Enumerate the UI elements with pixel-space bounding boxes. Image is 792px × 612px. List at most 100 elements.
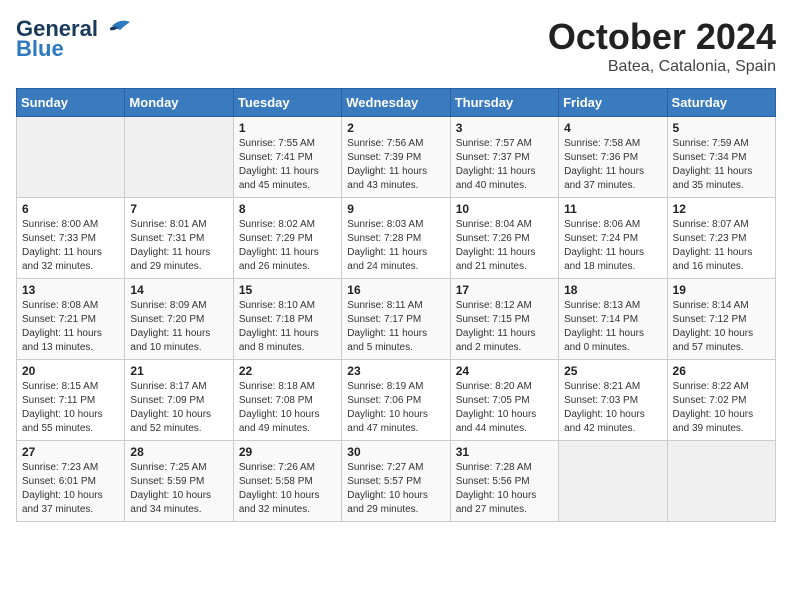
calendar-cell: 14 Sunrise: 8:09 AM Sunset: 7:20 PM Dayli… (125, 279, 233, 360)
calendar-cell: 28Sunrise: 7:25 AM Sunset: 5:59 PM Dayli… (125, 441, 233, 522)
day-info: Sunrise: 8:09 AM Sunset: 7:20 PM Dayligh… (130, 299, 227, 355)
day-info: Sunrise: 7:23 AM Sunset: 6:01 PM Dayligh… (22, 461, 119, 517)
calendar-cell: 16 Sunrise: 8:11 AM Sunset: 7:17 PM Dayli… (342, 279, 450, 360)
day-number: 6 (22, 202, 119, 216)
day-info: Sunrise: 8:20 AM Sunset: 7:05 PM Dayligh… (456, 380, 553, 436)
calendar-cell: 4 Sunrise: 7:58 AM Sunset: 7:36 PM Daylig… (559, 117, 667, 198)
header-day: Sunday (17, 89, 125, 117)
day-info: Sunrise: 7:27 AM Sunset: 5:57 PM Dayligh… (347, 461, 444, 517)
day-info: Sunrise: 8:10 AM Sunset: 7:18 PM Dayligh… (239, 299, 336, 355)
calendar-cell: 3Sunrise: 7:57 AM Sunset: 7:37 PM Daylig… (450, 117, 558, 198)
day-info: Sunrise: 7:55 AM Sunset: 7:41 PM Dayligh… (239, 137, 336, 193)
day-info: Sunrise: 7:56 AM Sunset: 7:39 PM Dayligh… (347, 137, 444, 193)
day-info: Sunrise: 8:21 AM Sunset: 7:03 PM Dayligh… (564, 380, 661, 436)
day-number: 8 (239, 202, 336, 216)
day-info: Sunrise: 8:03 AM Sunset: 7:28 PM Dayligh… (347, 218, 444, 274)
day-number: 28 (130, 445, 227, 459)
day-number: 11 (564, 202, 661, 216)
day-number: 12 (673, 202, 770, 216)
title-block: October 2024 Batea, Catalonia, Spain (548, 16, 776, 76)
calendar-cell (667, 441, 775, 522)
calendar-cell: 21 Sunrise: 8:17 AM Sunset: 7:09 PM Dayli… (125, 360, 233, 441)
day-info: Sunrise: 7:58 AM Sunset: 7:36 PM Dayligh… (564, 137, 661, 193)
day-number: 4 (564, 121, 661, 135)
logo-bird-icon (102, 18, 132, 40)
calendar-cell: 10 Sunrise: 8:04 AM Sunset: 7:26 PM Dayli… (450, 198, 558, 279)
calendar-cell: 18Sunrise: 8:13 AM Sunset: 7:14 PM Dayli… (559, 279, 667, 360)
calendar-week-row: 6 Sunrise: 8:00 AM Sunset: 7:33 PM Daylig… (17, 198, 776, 279)
header-day: Wednesday (342, 89, 450, 117)
calendar-cell: 26 Sunrise: 8:22 AM Sunset: 7:02 PM Dayli… (667, 360, 775, 441)
day-number: 29 (239, 445, 336, 459)
day-number: 5 (673, 121, 770, 135)
calendar-cell: 23 Sunrise: 8:19 AM Sunset: 7:06 PM Dayli… (342, 360, 450, 441)
calendar-week-row: 27Sunrise: 7:23 AM Sunset: 6:01 PM Dayli… (17, 441, 776, 522)
day-info: Sunrise: 8:14 AM Sunset: 7:12 PM Dayligh… (673, 299, 770, 355)
day-number: 14 (130, 283, 227, 297)
day-info: Sunrise: 7:28 AM Sunset: 5:56 PM Dayligh… (456, 461, 553, 517)
day-number: 16 (347, 283, 444, 297)
header-day: Tuesday (233, 89, 341, 117)
calendar-cell (559, 441, 667, 522)
day-number: 26 (673, 364, 770, 378)
day-info: Sunrise: 8:15 AM Sunset: 7:11 PM Dayligh… (22, 380, 119, 436)
calendar-week-row: 13Sunrise: 8:08 AM Sunset: 7:21 PM Dayli… (17, 279, 776, 360)
calendar-cell: 15Sunrise: 8:10 AM Sunset: 7:18 PM Dayli… (233, 279, 341, 360)
calendar-cell: 29 Sunrise: 7:26 AM Sunset: 5:58 PM Dayli… (233, 441, 341, 522)
day-number: 20 (22, 364, 119, 378)
day-info: Sunrise: 8:07 AM Sunset: 7:23 PM Dayligh… (673, 218, 770, 274)
day-number: 23 (347, 364, 444, 378)
day-info: Sunrise: 8:04 AM Sunset: 7:26 PM Dayligh… (456, 218, 553, 274)
day-number: 22 (239, 364, 336, 378)
day-number: 18 (564, 283, 661, 297)
logo-blue-text: Blue (16, 36, 64, 62)
day-info: Sunrise: 8:18 AM Sunset: 7:08 PM Dayligh… (239, 380, 336, 436)
day-number: 1 (239, 121, 336, 135)
calendar-cell (125, 117, 233, 198)
day-number: 19 (673, 283, 770, 297)
day-info: Sunrise: 8:02 AM Sunset: 7:29 PM Dayligh… (239, 218, 336, 274)
day-number: 24 (456, 364, 553, 378)
day-info: Sunrise: 7:26 AM Sunset: 5:58 PM Dayligh… (239, 461, 336, 517)
day-info: Sunrise: 8:17 AM Sunset: 7:09 PM Dayligh… (130, 380, 227, 436)
day-number: 7 (130, 202, 227, 216)
calendar-cell: 9Sunrise: 8:03 AM Sunset: 7:28 PM Daylig… (342, 198, 450, 279)
day-number: 30 (347, 445, 444, 459)
calendar-cell: 13Sunrise: 8:08 AM Sunset: 7:21 PM Dayli… (17, 279, 125, 360)
calendar-cell (17, 117, 125, 198)
calendar-cell: 22 Sunrise: 8:18 AM Sunset: 7:08 PM Dayli… (233, 360, 341, 441)
day-number: 21 (130, 364, 227, 378)
day-number: 10 (456, 202, 553, 216)
day-number: 17 (456, 283, 553, 297)
day-info: Sunrise: 8:08 AM Sunset: 7:21 PM Dayligh… (22, 299, 119, 355)
calendar-cell: 5 Sunrise: 7:59 AM Sunset: 7:34 PM Daylig… (667, 117, 775, 198)
calendar-cell: 30 Sunrise: 7:27 AM Sunset: 5:57 PM Dayli… (342, 441, 450, 522)
calendar-header: SundayMondayTuesdayWednesdayThursdayFrid… (17, 89, 776, 117)
location: Batea, Catalonia, Spain (548, 58, 776, 76)
calendar-cell: 31Sunrise: 7:28 AM Sunset: 5:56 PM Dayli… (450, 441, 558, 522)
calendar-body: 1 Sunrise: 7:55 AM Sunset: 7:41 PM Daylig… (17, 117, 776, 522)
day-info: Sunrise: 8:19 AM Sunset: 7:06 PM Dayligh… (347, 380, 444, 436)
calendar-cell: 25 Sunrise: 8:21 AM Sunset: 7:03 PM Dayli… (559, 360, 667, 441)
day-info: Sunrise: 8:22 AM Sunset: 7:02 PM Dayligh… (673, 380, 770, 436)
calendar-week-row: 20 Sunrise: 8:15 AM Sunset: 7:11 PM Dayli… (17, 360, 776, 441)
page-header: General Blue October 2024 Batea, Catalon… (16, 16, 776, 76)
day-info: Sunrise: 8:00 AM Sunset: 7:33 PM Dayligh… (22, 218, 119, 274)
day-info: Sunrise: 8:11 AM Sunset: 7:17 PM Dayligh… (347, 299, 444, 355)
calendar-cell: 7 Sunrise: 8:01 AM Sunset: 7:31 PM Daylig… (125, 198, 233, 279)
calendar-cell: 27Sunrise: 7:23 AM Sunset: 6:01 PM Dayli… (17, 441, 125, 522)
day-number: 3 (456, 121, 553, 135)
calendar-cell: 24 Sunrise: 8:20 AM Sunset: 7:05 PM Dayli… (450, 360, 558, 441)
header-day: Saturday (667, 89, 775, 117)
month-title: October 2024 (548, 16, 776, 58)
calendar-table: SundayMondayTuesdayWednesdayThursdayFrid… (16, 88, 776, 522)
day-info: Sunrise: 7:59 AM Sunset: 7:34 PM Dayligh… (673, 137, 770, 193)
calendar-cell: 20 Sunrise: 8:15 AM Sunset: 7:11 PM Dayli… (17, 360, 125, 441)
calendar-cell: 6 Sunrise: 8:00 AM Sunset: 7:33 PM Daylig… (17, 198, 125, 279)
header-day: Friday (559, 89, 667, 117)
day-number: 25 (564, 364, 661, 378)
logo: General Blue (16, 16, 132, 62)
day-info: Sunrise: 8:01 AM Sunset: 7:31 PM Dayligh… (130, 218, 227, 274)
calendar-cell: 8 Sunrise: 8:02 AM Sunset: 7:29 PM Daylig… (233, 198, 341, 279)
calendar-cell: 1 Sunrise: 7:55 AM Sunset: 7:41 PM Daylig… (233, 117, 341, 198)
